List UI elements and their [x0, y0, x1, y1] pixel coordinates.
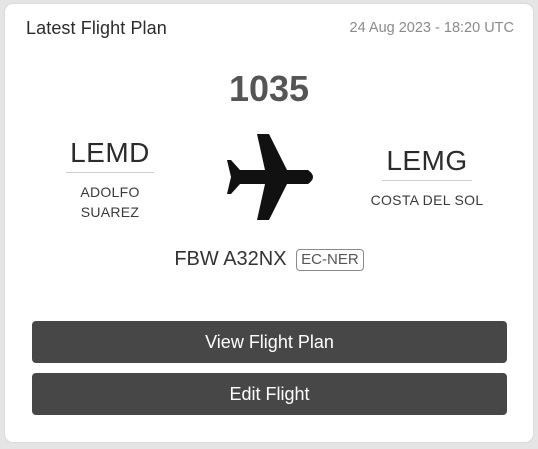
- airplane-icon: [223, 134, 315, 220]
- card-title: Latest Flight Plan: [26, 18, 167, 38]
- edit-flight-button[interactable]: Edit Flight: [32, 373, 507, 415]
- origin-code: LEMD: [66, 137, 154, 173]
- origin-name: ADOLFO SUAREZ: [45, 182, 175, 222]
- origin-name-line2: SUAREZ: [80, 204, 140, 220]
- view-flight-plan-button[interactable]: View Flight Plan: [32, 321, 507, 363]
- aircraft-info: FBW A32NX EC-NER: [5, 248, 533, 271]
- aircraft-type: FBW A32NX: [174, 248, 287, 271]
- plan-timestamp: 24 Aug 2023 - 18:20 UTC: [349, 20, 514, 36]
- origin-name-line1: ADOLFO: [80, 184, 140, 200]
- destination-code: LEMG: [382, 145, 472, 181]
- latest-flight-plan-card: Latest Flight Plan 24 Aug 2023 - 18:20 U…: [5, 4, 533, 442]
- origin-airport: LEMD ADOLFO SUAREZ: [45, 137, 175, 222]
- destination-airport: LEMG COSTA DEL SOL: [357, 145, 497, 210]
- destination-name: COSTA DEL SOL: [370, 192, 484, 208]
- registration-badge: EC-NER: [296, 248, 364, 271]
- flight-number: 1035: [228, 68, 310, 109]
